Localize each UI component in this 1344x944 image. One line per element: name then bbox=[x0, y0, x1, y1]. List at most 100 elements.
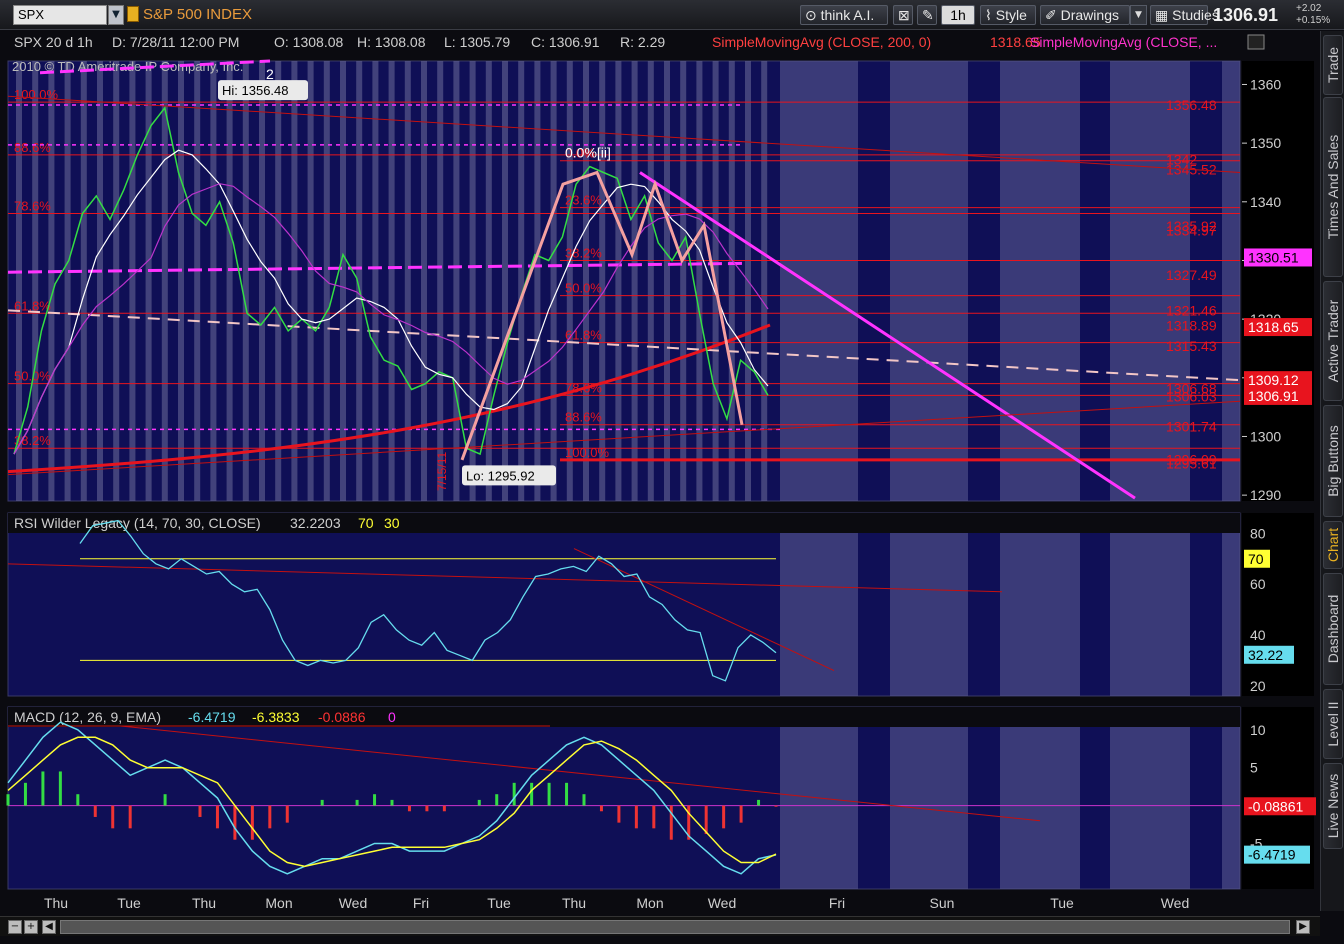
price-badge-label: 1306.91 bbox=[1248, 388, 1299, 404]
tab-live-news[interactable]: Live News bbox=[1323, 763, 1343, 849]
chart-window: { "toolbar":{"symbol":"SPX","instrument"… bbox=[0, 0, 1344, 944]
scroll-bar[interactable]: − + ◀ ▶ bbox=[0, 916, 1320, 936]
rsi-panel[interactable]: 20 40 60 80 RSI Wilder Legacy (14, 70, 30, C… bbox=[7, 512, 1314, 697]
fib-price-label: 1356.48 bbox=[1166, 97, 1217, 113]
session-stripe bbox=[1222, 61, 1240, 501]
macd-diff: -0.0886 bbox=[318, 709, 366, 725]
macd-tick-label: 5 bbox=[1250, 760, 1258, 776]
hour-stripe bbox=[97, 61, 103, 501]
tab-label: Dashboard bbox=[1325, 594, 1341, 664]
instrument-name: S&P 500 INDEX bbox=[143, 6, 252, 23]
time-label: Thu bbox=[192, 895, 216, 911]
hour-stripe bbox=[696, 61, 703, 501]
price-badge-label: 1309.12 bbox=[1248, 372, 1299, 388]
macd-diff-badge-label: -0.08861 bbox=[1248, 798, 1303, 814]
macd-panel[interactable]: 105-5MACD (12, 26, 9, EMA) -6.4719 -6.3833… bbox=[6, 706, 1316, 890]
scroll-right-icon[interactable]: ▶ bbox=[1296, 920, 1310, 934]
think-ai-label: think A.I. bbox=[820, 7, 875, 23]
session-stripe bbox=[890, 707, 968, 889]
hour-stripe bbox=[388, 61, 395, 501]
rsi-tick-label: 80 bbox=[1250, 525, 1266, 541]
sma-label: SimpleMovingAvg (CLOSE, 200, 0) bbox=[712, 34, 931, 50]
drawings-dropdown-icon[interactable]: ▼ bbox=[1130, 5, 1147, 25]
fib-label: 100.0% bbox=[14, 87, 59, 102]
header-open: O: 1308.08 bbox=[274, 34, 343, 50]
session-stripe bbox=[780, 513, 858, 696]
drawings-button[interactable]: ✐ Drawings bbox=[1040, 5, 1130, 25]
session-stripe bbox=[780, 61, 858, 501]
hi-label: Hi: 1356.48 bbox=[222, 83, 289, 98]
hour-stripe bbox=[615, 61, 622, 501]
chart-settings-icon bbox=[1247, 34, 1265, 50]
drawings-label: Drawings bbox=[1060, 7, 1119, 23]
drawing-tool-icon[interactable]: ⊠ bbox=[893, 5, 913, 25]
hour-stripe bbox=[129, 61, 136, 501]
time-label: Tue bbox=[1050, 895, 1074, 911]
time-label: Thu bbox=[562, 895, 586, 911]
time-label: Wed bbox=[708, 895, 737, 911]
symbol-dropdown-icon[interactable]: ▼ bbox=[108, 5, 124, 25]
fib-label: 100.0% bbox=[565, 445, 610, 460]
rsi-value: 32.2203 bbox=[290, 515, 341, 531]
tab-label: Trade bbox=[1325, 46, 1341, 84]
hour-stripe bbox=[80, 61, 87, 501]
tab-level-ii[interactable]: Level II bbox=[1323, 689, 1343, 759]
last-price: 1306.91 bbox=[1213, 5, 1279, 25]
rsi-ob-badge-label: 70 bbox=[1248, 551, 1264, 567]
price-tick-label: 1290 bbox=[1250, 487, 1281, 503]
hour-stripe bbox=[64, 61, 71, 501]
tab-trade[interactable]: Trade bbox=[1323, 35, 1343, 95]
price-tick-label: 1340 bbox=[1250, 194, 1281, 210]
hour-stripe bbox=[728, 61, 735, 501]
fib-price-label: 1295.61 bbox=[1166, 455, 1217, 471]
studies-button[interactable]: ▦ Studies bbox=[1150, 5, 1219, 25]
scrollbar-track[interactable] bbox=[60, 920, 1290, 934]
hour-stripe bbox=[226, 61, 233, 501]
pencil-icon[interactable]: ✎ bbox=[917, 5, 937, 25]
style-label: Style bbox=[995, 7, 1027, 23]
tab-active-trader[interactable]: Active Trader bbox=[1323, 281, 1343, 401]
price-badge-label: 1318.65 bbox=[1248, 319, 1299, 335]
header-low: L: 1305.79 bbox=[444, 34, 510, 50]
fib-price-label: 1342 bbox=[1166, 152, 1197, 168]
think-ai-icon: ⊙ bbox=[805, 7, 817, 23]
session-stripe bbox=[890, 513, 968, 696]
session-stripe bbox=[1000, 707, 1080, 889]
session-stripe bbox=[1222, 513, 1240, 696]
chart-area[interactable]: 12901300131013201330134013501360SPX 20 d… bbox=[0, 31, 1320, 916]
fib-price-label: 1318.89 bbox=[1166, 318, 1217, 334]
price-panel[interactable]: 12901300131013201330134013501360SPX 20 d… bbox=[7, 31, 1314, 503]
hour-stripe bbox=[647, 61, 654, 501]
session-stripe bbox=[1110, 513, 1190, 696]
symbol-input[interactable]: SPX bbox=[13, 5, 107, 25]
fib-price-label: 1327.49 bbox=[1166, 267, 1217, 283]
time-label: Fri bbox=[413, 895, 429, 911]
hour-stripe bbox=[485, 61, 492, 501]
style-button[interactable]: ⌇ Style bbox=[980, 5, 1036, 25]
think-ai-button[interactable]: ⊙ think A.I. bbox=[800, 5, 888, 25]
tab-times-and-sales[interactable]: Times And Sales bbox=[1323, 97, 1343, 277]
tab-big-buttons[interactable]: Big Buttons bbox=[1323, 405, 1343, 517]
scroll-left-icon[interactable]: ◀ bbox=[42, 920, 56, 934]
fib-label: 61.8% bbox=[565, 328, 602, 343]
timeframe-button[interactable]: 1h bbox=[941, 5, 975, 25]
tab-label: Times And Sales bbox=[1325, 134, 1341, 240]
zoom-out-icon[interactable]: − bbox=[8, 920, 22, 934]
rsi-title: RSI Wilder Legacy (14, 70, 30, CLOSE) bbox=[14, 515, 261, 531]
rsi-ob: 70 bbox=[358, 515, 374, 531]
hour-stripe bbox=[291, 61, 298, 501]
macd-value-badge-label: -6.4719 bbox=[1248, 847, 1296, 863]
hour-stripe bbox=[307, 61, 314, 501]
time-label: Tue bbox=[117, 895, 141, 911]
studies-icon: ▦ bbox=[1155, 7, 1169, 23]
rsi-tick-label: 40 bbox=[1250, 627, 1266, 643]
fib-price-label: 1315.43 bbox=[1166, 338, 1217, 354]
hour-stripe bbox=[518, 61, 525, 501]
header-date: D: 7/28/11 12:00 PM bbox=[112, 34, 239, 50]
tab-chart[interactable]: Chart bbox=[1323, 521, 1343, 569]
time-label: Mon bbox=[265, 895, 292, 911]
tab-dashboard[interactable]: Dashboard bbox=[1323, 573, 1343, 685]
price-badge-label: 1330.51 bbox=[1248, 249, 1299, 265]
zoom-in-icon[interactable]: + bbox=[24, 920, 38, 934]
macd-zero: 0 bbox=[388, 709, 396, 725]
